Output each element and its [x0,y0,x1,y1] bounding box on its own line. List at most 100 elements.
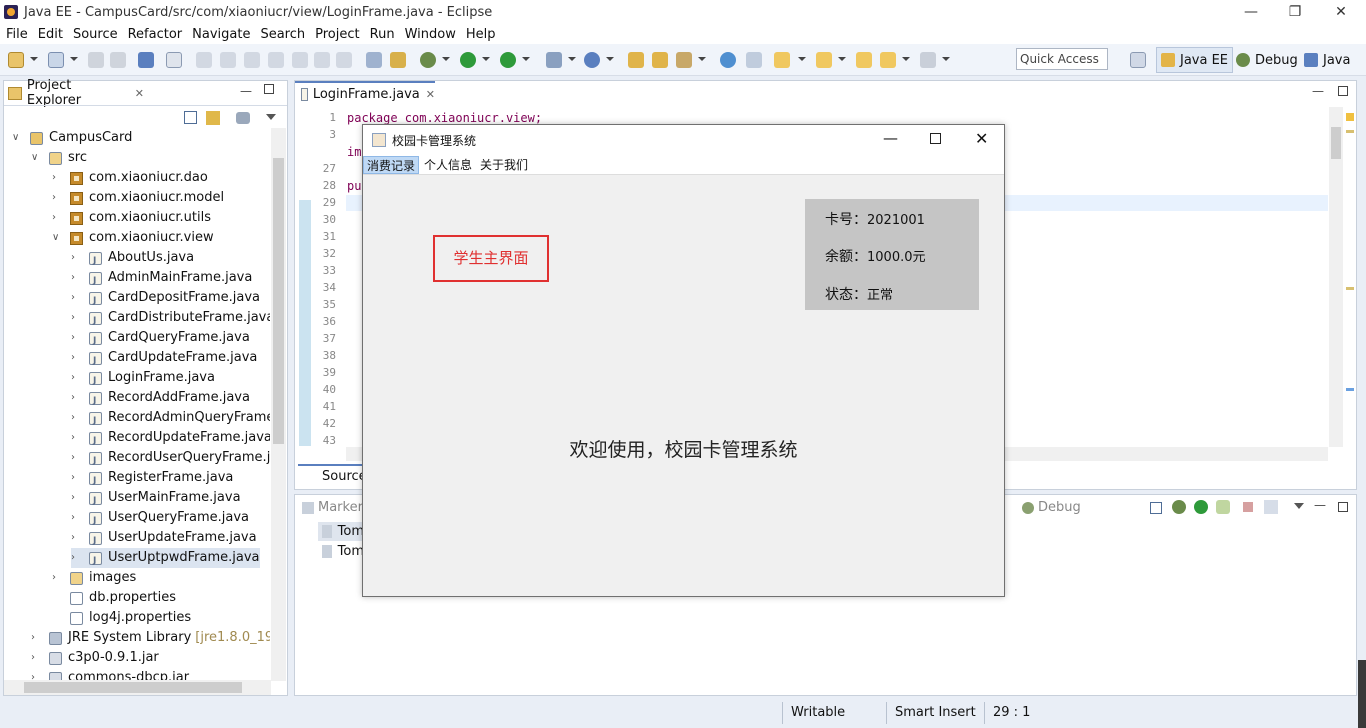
debug-run-icon[interactable] [1172,500,1186,514]
chevron-right-icon[interactable]: › [71,373,81,383]
collapse-icon[interactable] [1150,502,1162,514]
debug-icon[interactable] [420,52,436,68]
chevron-right-icon[interactable]: › [71,253,81,263]
search-icon[interactable] [676,52,692,68]
back-dropdown-icon[interactable] [902,57,910,61]
tree-item[interactable]: › RecordAdminQueryFrame.ja [71,408,270,431]
tree-item[interactable]: › c3p0-0.9.1.jar [31,648,159,668]
tree-item[interactable]: › CardQueryFrame.java [71,328,250,351]
menu-project[interactable]: Project [315,27,359,42]
tree-vscroll-thumb[interactable] [273,158,284,444]
menu-personal-info[interactable]: 个人信息 [421,156,475,174]
debug-dropdown-icon[interactable] [442,57,450,61]
search-dropdown-icon[interactable] [698,57,706,61]
save-icon[interactable] [88,52,104,68]
tree-item[interactable]: › RecordUserQueryFrame.java [71,448,270,471]
restore-button[interactable]: ❐ [1272,0,1318,24]
chevron-right-icon[interactable]: › [71,433,81,443]
chevron-right-icon[interactable]: › [71,353,81,363]
chevron-right-icon[interactable]: › [71,293,81,303]
tree-item[interactable]: › RegisterFrame.java [71,468,233,491]
new-dropdown-icon[interactable] [30,57,38,61]
menu-consumption-records[interactable]: 消费记录 [363,155,420,174]
minimize-editor-icon[interactable]: — [1312,84,1324,98]
minimize-panel-icon[interactable]: — [1314,498,1326,512]
menu-help[interactable]: Help [466,27,496,42]
quick-access-input[interactable]: Quick Access [1016,48,1108,70]
tree-item[interactable]: › com.xiaoniucr.dao [52,168,208,188]
chevron-right-icon[interactable]: › [71,313,81,323]
perspective-java-ee[interactable]: Java EE [1156,47,1234,73]
server-row-2[interactable]: Tom [318,542,364,561]
open-perspective-icon[interactable] [1130,52,1146,68]
tree-item[interactable]: › RecordAddFrame.java [71,388,250,411]
web-browser-icon[interactable] [720,52,736,68]
next-annotation-dropdown-icon[interactable] [798,57,806,61]
chevron-right-icon[interactable]: › [71,273,81,283]
publish-icon[interactable] [1216,500,1230,514]
chevron-right-icon[interactable]: › [71,473,81,483]
filters-icon[interactable] [236,112,250,124]
next-annotation-icon[interactable] [774,52,790,68]
chevron-right-icon[interactable]: › [71,333,81,343]
toggle-mark-icon[interactable] [746,52,762,68]
tree-item[interactable]: log4j.properties [52,608,191,628]
menu-run[interactable]: Run [370,27,395,42]
chevron-right-icon[interactable]: › [71,393,81,403]
maximize-panel-icon[interactable] [1338,502,1348,512]
chevron-right-icon[interactable]: › [52,173,62,183]
minimize-button[interactable]: — [1228,0,1274,24]
menu-edit[interactable]: Edit [38,27,63,42]
start-server-icon[interactable] [1194,500,1208,514]
menu-about-us[interactable]: 关于我们 [477,156,531,174]
chevron-right-icon[interactable]: › [52,193,62,203]
class-dropdown-icon[interactable] [606,57,614,61]
tree-item[interactable]: › UserMainFrame.java [71,488,241,511]
close-button[interactable]: ✕ [1318,0,1364,24]
tree-item[interactable]: ∨ CampusCard [12,128,132,148]
app-close-button[interactable]: ✕ [975,129,988,148]
maximize-editor-icon[interactable] [1338,86,1348,96]
menu-search[interactable]: Search [260,27,305,42]
tree-item[interactable]: › UserQueryFrame.java [71,508,249,531]
app-minimize-button[interactable]: — [883,129,898,147]
collapse-all-icon[interactable] [184,111,197,124]
coverage-icon[interactable] [500,52,516,68]
step-return-icon[interactable] [336,52,352,68]
new-project-icon[interactable] [48,52,64,68]
tree-item[interactable]: ∨ com.xiaoniucr.view [52,228,214,248]
tree-item[interactable]: › RecordUpdateFrame.java [71,428,270,451]
stop-server-icon[interactable] [1243,502,1253,512]
step-into-icon[interactable] [292,52,308,68]
suspend-icon[interactable] [220,52,236,68]
tree-item[interactable]: › com.xiaoniucr.model [52,188,224,208]
chevron-down-icon[interactable]: ∨ [31,153,41,163]
perspective-debug[interactable]: Debug [1232,47,1302,73]
editor-vscrollbar[interactable] [1329,107,1343,447]
run-dropdown-icon[interactable] [482,57,490,61]
minimize-view-icon[interactable]: — [240,84,252,98]
new-java-class-icon[interactable] [584,52,600,68]
forward-icon[interactable] [920,52,936,68]
forward-dropdown-icon[interactable] [942,57,950,61]
chevron-right-icon[interactable]: › [71,493,81,503]
prev-annotation-icon[interactable] [816,52,832,68]
tree-item[interactable]: › AdminMainFrame.java [71,268,252,291]
annotation-icon[interactable] [390,52,406,68]
chevron-right-icon[interactable]: › [52,573,62,583]
menu-navigate[interactable]: Navigate [192,27,250,42]
chevron-right-icon[interactable]: › [31,653,41,663]
step-over-icon[interactable] [314,52,330,68]
perspective-java[interactable]: Java [1300,47,1354,73]
coverage-dropdown-icon[interactable] [522,57,530,61]
maximize-view-icon[interactable] [264,84,274,94]
chevron-right-icon[interactable]: › [71,513,81,523]
tree-vscrollbar[interactable] [271,128,286,681]
project-explorer-tab[interactable]: Project Explorer ✕ [4,78,144,108]
chevron-right-icon[interactable]: › [71,453,81,463]
tree-item[interactable]: ∨ src [31,148,87,168]
view-menu-icon[interactable] [266,114,276,120]
tree-item[interactable]: › images [52,568,136,588]
chevron-right-icon[interactable]: › [71,533,81,543]
editor-vscroll-thumb[interactable] [1331,127,1341,159]
